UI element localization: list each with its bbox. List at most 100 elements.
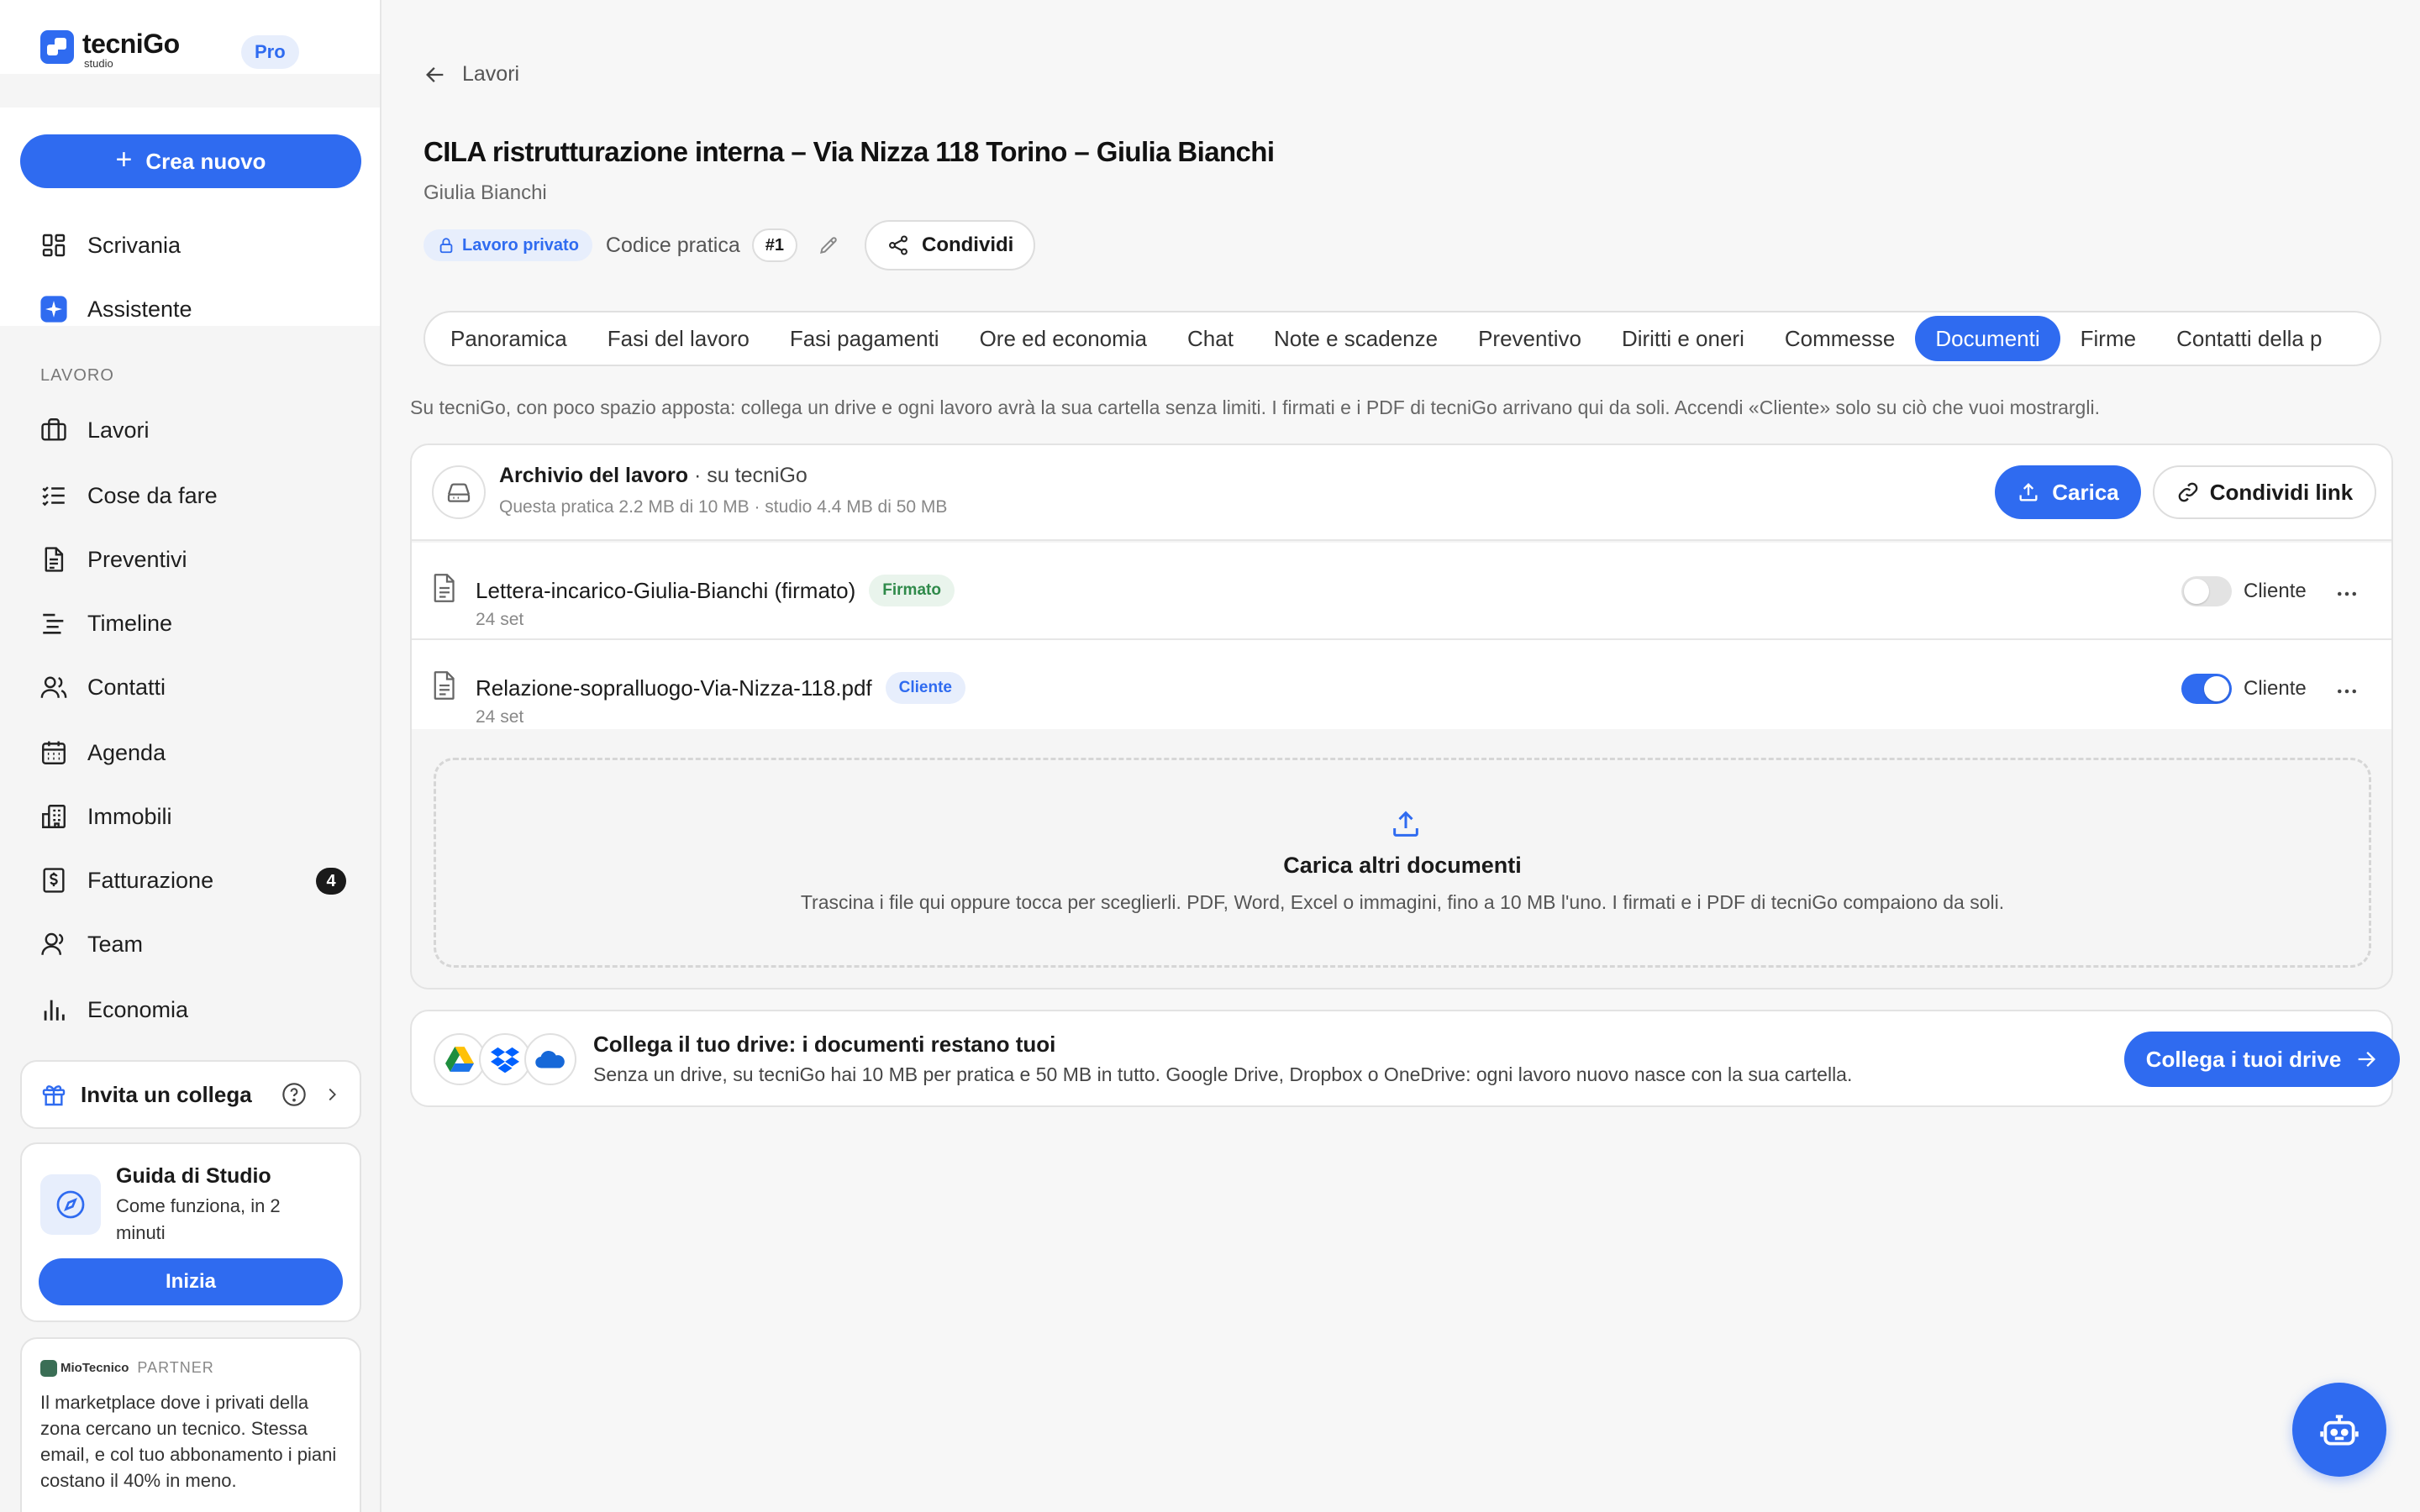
private-job-badge: Lavoro privato [424,229,592,261]
link-icon [2176,480,2200,504]
file-row[interactable]: Lettera-incarico-Giulia-Bianchi (firmato… [412,543,2391,640]
plan-badge: Pro [241,35,299,69]
client-name[interactable]: Giulia Bianchi [424,181,547,205]
file-date: 24 set [476,707,524,727]
tab-fasi-pagamenti[interactable]: Fasi pagamenti [770,316,960,361]
sidebar-item-label: Immobili [87,803,172,829]
share-label: Condividi [921,234,1014,256]
file-name[interactable]: Lettera-incarico-Giulia-Bianchi (firmato… [476,578,855,604]
chevron-right-icon[interactable] [323,1085,341,1104]
connect-drive-card: Collega il tuo drive: i documenti restan… [410,1010,2400,1107]
partner-logo-text: MioTecnico [60,1361,129,1375]
document-icon [39,544,69,575]
more-options-icon[interactable] [2334,679,2360,704]
robot-icon [2318,1409,2360,1451]
toggle-label: Cliente [2244,677,2307,700]
back-link[interactable]: Lavori [424,62,519,87]
toggle-label: Cliente [2244,580,2307,602]
connect-drive-label: Collega i tuoi drive [2145,1046,2342,1072]
sidebar-item-team[interactable]: Team [39,924,358,964]
tab-preventivo[interactable]: Preventivo [1458,316,1602,361]
partner-description: Il marketplace dove i privati della zona… [40,1392,337,1491]
sidebar-item-cose-da-fare[interactable]: Cose da fare [39,475,358,516]
upload-button[interactable]: Carica [1995,465,2141,519]
miotecnico-logo-icon [40,1359,57,1377]
sidebar-item-label: Preventivi [87,546,187,572]
sidebar-item-lavori[interactable]: Lavori [39,410,358,450]
brand-name: tecniGo [82,29,180,59]
tab-firme[interactable]: Firme [2060,316,2156,361]
sidebar-item-contatti[interactable]: Contatti [39,667,358,707]
dropzone-description: Trascina i file qui oppure tocca per sce… [800,891,2005,913]
tab-ore-ed-economia[interactable]: Ore ed economia [960,316,1167,361]
sidebar: tecniGo studio Pro + Crea nuovo Scrivani… [0,0,381,1512]
assistant-bot-button[interactable] [2292,1383,2386,1477]
tab-commesse[interactable]: Commesse [1765,316,1915,361]
file-row[interactable]: Relazione-sopralluogo-Via-Nizza-118.pdf … [412,640,2391,729]
sidebar-item-label: Fatturazione [87,867,214,893]
bar-chart-icon [39,995,69,1025]
tecnigo-logo-icon [40,30,74,64]
sidebar-item-label: Assistente [87,296,192,322]
client-visibility-toggle[interactable] [2181,576,2232,606]
storage-usage: Questa pratica 2.2 MB di 10 MB · studio … [499,497,948,517]
onedrive-icon [524,1033,576,1085]
sidebar-item-economia[interactable]: Economia [39,990,358,1030]
more-options-icon[interactable] [2334,581,2360,606]
dashboard-icon [39,230,69,260]
sidebar-item-immobili[interactable]: Immobili [39,796,358,837]
create-new-button[interactable]: + Crea nuovo [20,134,361,188]
section-label-lavoro: LAVORO [40,366,114,385]
partner-card[interactable]: MioTecnico PARTNER Il marketplace dove i… [20,1337,361,1512]
guide-start-button[interactable]: Inizia [39,1258,343,1305]
code-label: Codice pratica [605,233,740,257]
tab-diritti-e-oneri[interactable]: Diritti e oneri [1602,316,1765,361]
studio-guide-card: Guida di Studio Come funziona, in 2 minu… [20,1142,361,1322]
file-name[interactable]: Relazione-sopralluogo-Via-Nizza-118.pdf [476,675,872,701]
invite-colleague-label: Invita un collega [81,1081,252,1107]
share-button[interactable]: Condividi [864,220,1036,270]
storage-drive-icon [432,465,486,519]
tab-documenti[interactable]: Documenti [1915,316,2060,361]
dropbox-icon [479,1033,531,1085]
sidebar-item-label: Timeline [87,610,173,636]
signed-badge: Firmato [869,575,955,606]
upload-icon [2017,480,2040,504]
sidebar-item-assistente[interactable]: Assistente [39,289,358,329]
google-drive-icon [434,1033,486,1085]
tab-fasi-del-lavoro[interactable]: Fasi del lavoro [587,316,770,361]
sidebar-item-fatturazione[interactable]: Fatturazione 4 [39,860,358,900]
documents-info-text: Su tecniGo, con poco spazio apposta: col… [410,396,2100,418]
tab-chat[interactable]: Chat [1167,316,1254,361]
tab-contatti-della-pratica[interactable]: Contatti della p [2156,316,2342,361]
users-icon [39,672,69,702]
gift-icon [40,1081,67,1108]
sidebar-item-timeline[interactable]: Timeline [39,603,358,643]
guide-title: Guida di Studio [116,1164,271,1188]
share-link-label: Condividi link [2209,479,2354,505]
sidebar-item-agenda[interactable]: Agenda [39,732,358,773]
client-badge: Cliente [885,672,965,704]
help-icon[interactable] [281,1081,308,1108]
brand-subtitle: studio [84,57,113,70]
tab-bar: Panoramica Fasi del lavoro Fasi pagament… [424,311,2381,366]
briefcase-icon [39,415,69,445]
checklist-icon [39,480,69,511]
sidebar-item-label: Agenda [87,739,166,765]
pencil-icon[interactable] [818,234,839,256]
tab-note-e-scadenze[interactable]: Note e scadenze [1254,316,1458,361]
file-icon [432,573,457,603]
upload-dropzone[interactable]: Carica altri documenti Trascina i file q… [434,758,2371,968]
invite-colleague-card[interactable]: Invita un collega [20,1060,361,1129]
archive-header: Archivio del lavoro · su tecniGo Questa … [412,445,2391,541]
sidebar-item-label: Team [87,931,144,957]
drive-description: Senza un drive, su tecniGo hai 10 MB per… [593,1063,1853,1085]
tab-panoramica[interactable]: Panoramica [430,316,587,361]
brand-logo[interactable]: tecniGo studio [40,29,180,72]
share-link-button[interactable]: Condividi link [2153,465,2376,519]
sidebar-item-label: Contatti [87,674,166,700]
client-visibility-toggle[interactable] [2181,674,2232,704]
sidebar-item-scrivania[interactable]: Scrivania [39,225,358,265]
sidebar-item-preventivi[interactable]: Preventivi [39,539,358,580]
connect-drive-button[interactable]: Collega i tuoi drive [2124,1032,2400,1087]
